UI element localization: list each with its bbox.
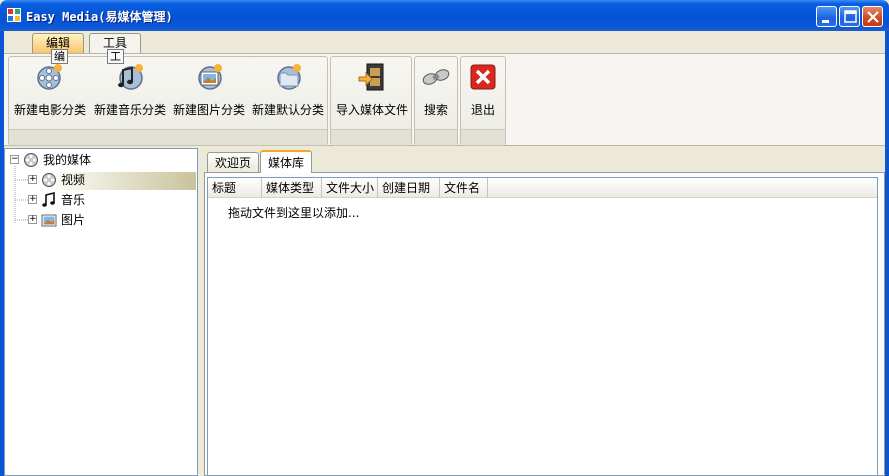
picture-icon [41,214,57,227]
group-footer [461,129,505,145]
tab-welcome[interactable]: 欢迎页 [207,152,259,172]
ribbon-group-exit: 退出 [460,56,506,146]
tree-item-music[interactable]: + 音乐 [28,191,178,209]
window-frame-right [885,31,889,476]
column-file-name[interactable]: 文件名 [440,178,488,198]
music-note-icon [42,192,55,207]
tab-media-library[interactable]: 媒体库 [260,150,312,173]
import-media-button[interactable]: 导入媒体文件 [333,61,411,121]
search-label: 搜索 [423,103,448,117]
maximize-button[interactable] [839,6,860,27]
film-reel-icon [42,173,56,187]
tree-item-label: 视频 [61,173,86,187]
tree-item-label: 音乐 [61,193,86,207]
column-file-size[interactable]: 文件大小 [322,178,378,198]
column-media-type[interactable]: 媒体类型 [262,178,322,198]
tree-item-label: 图片 [61,213,86,227]
binoculars-icon [422,69,450,85]
minimize-icon [822,20,829,23]
exit-icon [470,64,496,90]
maximize-icon [844,10,857,23]
column-created-date[interactable]: 创建日期 [378,178,440,198]
group-footer [415,129,457,145]
tree-root-my-media[interactable]: − 我的媒体 [10,151,160,169]
new-default-category-label: 新建默认分类 [251,103,324,117]
search-button[interactable]: 搜索 [417,61,455,121]
expand-icon[interactable]: + [28,215,37,224]
media-list[interactable]: 标题 媒体类型 文件大小 创建日期 文件名 拖动文件到这里以添加... [207,177,878,476]
import-media-label: 导入媒体文件 [335,103,408,117]
tree-item-pictures[interactable]: + 图片 [28,211,178,229]
ribbon-group-search: 搜索 [414,56,458,146]
import-film-icon [358,63,384,91]
new-default-category-button[interactable]: 新建默认分类 [249,61,327,121]
expand-icon[interactable]: + [28,175,37,184]
collapse-icon[interactable]: − [10,155,19,164]
minimize-button[interactable] [816,6,837,27]
column-title[interactable]: 标题 [208,178,262,198]
close-icon [867,11,879,23]
tree-item-video[interactable]: + 视频 [28,171,178,189]
exit-label: 退出 [470,103,495,117]
group-footer [331,129,411,145]
close-button[interactable] [862,6,883,27]
film-reel-icon [24,153,38,167]
folder-icon [277,64,301,90]
exit-button[interactable]: 退出 [463,61,503,121]
expand-icon[interactable]: + [28,195,37,204]
ribbon-group-import: 导入媒体文件 [330,56,412,146]
tree-root-label: 我的媒体 [43,153,92,167]
drop-hint: 拖动文件到这里以添加... [228,206,360,220]
list-header: 标题 媒体类型 文件大小 创建日期 文件名 [208,178,877,198]
